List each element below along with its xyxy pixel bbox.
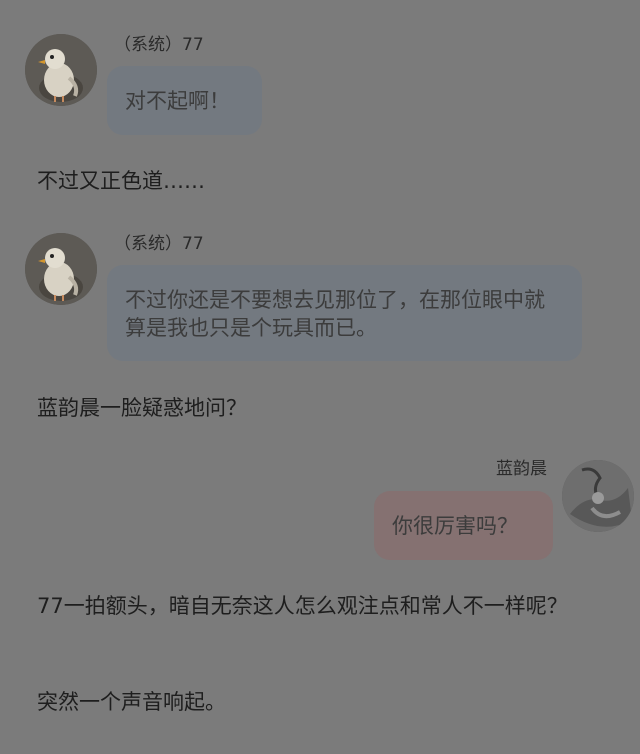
message-bubble[interactable]: 对不起啊！ <box>107 66 262 135</box>
message-text: 对不起啊！ <box>125 89 230 113</box>
sender-name: （系统）77 <box>114 234 204 254</box>
message-bubble[interactable]: 不过你还是不要想去见那位了，在那位眼中就算是我也只是个玩具而已。 <box>107 265 582 361</box>
abstract-avatar-icon[interactable] <box>562 460 634 532</box>
abstract-icon <box>562 460 634 532</box>
sender-name: （系统）77 <box>114 35 204 55</box>
narration-text: 突然一个声音响起。 <box>37 690 226 714</box>
sender-name: 蓝韵晨 <box>496 459 547 479</box>
bird-avatar-icon[interactable] <box>25 233 97 305</box>
message-text: 不过你还是不要想去见那位了，在那位眼中就算是我也只是个玩具而已。 <box>125 288 545 340</box>
bird-icon <box>25 233 97 305</box>
message-bubble[interactable]: 你很厉害吗？ <box>374 491 553 560</box>
message-text: 你很厉害吗？ <box>392 514 518 538</box>
bird-avatar-icon[interactable] <box>25 34 97 106</box>
narration-text: 不过又正色道…… <box>37 169 205 193</box>
narration-text: 蓝韵晨一脸疑惑地问？ <box>37 396 247 420</box>
bird-icon <box>25 34 97 106</box>
narration-text: 77一拍额头，暗自无奈这人怎么观注点和常人不一样呢？ <box>37 594 568 618</box>
